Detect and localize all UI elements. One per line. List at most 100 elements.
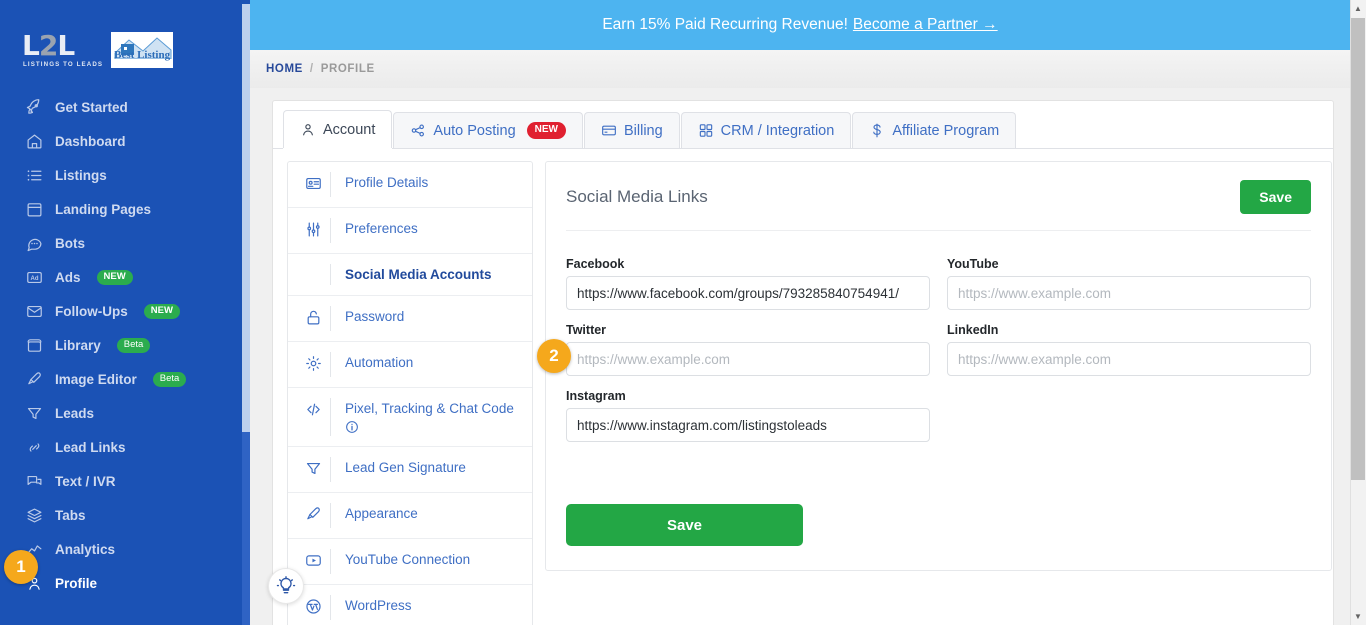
account-menu-icon [300, 266, 326, 267]
social-media-links-panel: Social Media Links Save Facebook YouTube T… [545, 161, 1332, 571]
account-menu-preferences[interactable]: Preferences [288, 208, 532, 254]
divider [330, 549, 331, 574]
save-button-top[interactable]: Save [1240, 180, 1311, 214]
divider [330, 264, 331, 285]
linkedin-url-input[interactable] [947, 342, 1311, 376]
sidebar-item-tabs[interactable]: Tabs [0, 498, 250, 532]
account-menu-icon [300, 174, 326, 195]
page-scrollbar-track[interactable]: ▲ ▼ [1350, 0, 1366, 625]
sidebar: L2L LISTINGS TO LEADS Best Listing Get S… [0, 0, 250, 625]
divider [330, 457, 331, 482]
brush-icon [26, 371, 43, 388]
sidebar-item-get-started[interactable]: Get Started [0, 90, 250, 124]
facebook-url-input[interactable] [566, 276, 930, 310]
twitter-url-input[interactable] [566, 342, 930, 376]
sidebar-item-badge: Beta [152, 371, 187, 387]
account-menu-label: Automation [345, 355, 414, 370]
sidebar-item-analytics[interactable]: Analytics [0, 532, 250, 566]
youtube-url-input-label: YouTube [947, 257, 999, 271]
sidebar-item-label: Follow-Ups [55, 303, 128, 319]
card-body: Profile Details Preferences Social Media A… [273, 143, 1333, 625]
account-menu-label: YouTube Connection [345, 552, 471, 567]
save-button-bottom[interactable]: Save [566, 504, 803, 546]
sidebar-item-image-editor[interactable]: Image Editor Beta [0, 362, 250, 396]
breadcrumb: HOME / PROFILE [250, 50, 1350, 88]
home-icon [26, 133, 43, 150]
sidebar-item-bots[interactable]: Bots [0, 226, 250, 260]
tab-account[interactable]: Account [283, 110, 393, 148]
sidebar-item-label: Profile [55, 575, 98, 591]
scroll-up-arrow-icon[interactable]: ▲ [1350, 0, 1366, 17]
archive-icon [26, 337, 43, 354]
sidebar-item-profile[interactable]: Profile [0, 566, 250, 600]
funnel-icon [26, 405, 43, 422]
youtube-url-input-group: YouTube [947, 257, 1311, 310]
sidebar-item-landing-pages[interactable]: Landing Pages [0, 192, 250, 226]
sidebar-item-text-ivr[interactable]: Text / IVR [0, 464, 250, 498]
user-icon [300, 122, 316, 138]
account-menu-icon [300, 597, 326, 618]
brush-icon [305, 506, 322, 526]
account-menu-lead-gen-signature[interactable]: Lead Gen Signature [288, 447, 532, 493]
step-marker-2: 2 [537, 339, 571, 373]
sidebar-scrollbar-track[interactable] [242, 0, 250, 625]
account-menu-wordpress[interactable]: WordPress [288, 585, 532, 625]
sidebar-item-listings[interactable]: Listings [0, 158, 250, 192]
sidebar-item-dashboard[interactable]: Dashboard [0, 124, 250, 158]
facebook-url-input-label: Facebook [566, 257, 625, 271]
sidebar-item-badge: Beta [116, 337, 151, 353]
youtube-url-input[interactable] [947, 276, 1311, 310]
breadcrumb-home[interactable]: HOME [266, 63, 303, 75]
account-menu-pixel-tracking-chat-code[interactable]: Pixel, Tracking & Chat Code [288, 388, 532, 447]
sidebar-scrollbar-lower [242, 432, 250, 625]
tab-label: Auto Posting [433, 122, 516, 139]
sidebar-item-badge: NEW [143, 303, 180, 319]
sidebar-item-leads[interactable]: Leads [0, 396, 250, 430]
account-menu-profile-details[interactable]: Profile Details [288, 162, 532, 208]
account-menu-youtube-connection[interactable]: YouTube Connection [288, 539, 532, 585]
sms-icon [26, 473, 43, 490]
tab-crm-integration[interactable]: CRM / Integration [680, 112, 852, 148]
sidebar-item-label: Leads [55, 405, 95, 421]
tab-label: Billing [623, 122, 663, 139]
sidebar-scrollbar-thumb[interactable] [242, 4, 250, 432]
account-menu-label: Preferences [345, 221, 418, 236]
sidebar-item-follow-ups[interactable]: Follow-Ups NEW [0, 294, 250, 328]
instagram-url-input[interactable] [566, 408, 930, 442]
account-menu-automation[interactable]: Automation [288, 342, 532, 388]
account-menu-appearance[interactable]: Appearance [288, 493, 532, 539]
sidebar-item-label: Listings [55, 167, 107, 183]
tab-billing[interactable]: Billing [583, 112, 680, 148]
linkedin-url-input-group: LinkedIn [947, 323, 1311, 376]
info-icon[interactable] [345, 420, 359, 434]
lightbulb-icon[interactable] [268, 568, 304, 604]
panel-title: Social Media Links [566, 187, 708, 206]
brand-logos[interactable]: L2L LISTINGS TO LEADS Best Listing [0, 0, 250, 68]
best-listing-text: Best Listing [114, 49, 171, 61]
share-nodes-icon [410, 123, 426, 139]
tab-auto-posting[interactable]: Auto Posting NEW [393, 112, 583, 148]
sidebar-item-label: Ads [55, 269, 81, 285]
tab-badge: NEW [526, 122, 566, 139]
page-scrollbar-thumb[interactable] [1351, 18, 1365, 480]
promo-banner-text: Earn 15% Paid Recurring Revenue! [602, 16, 848, 33]
sidebar-item-badge: NEW [96, 269, 133, 285]
lock-icon [305, 309, 322, 329]
sidebar-item-ads[interactable]: Ad Ads NEW [0, 260, 250, 294]
sidebar-item-library[interactable]: Library Beta [0, 328, 250, 362]
tab-affiliate-program[interactable]: Affiliate Program [852, 112, 1017, 148]
sidebar-item-lead-links[interactable]: Lead Links [0, 430, 250, 464]
page-icon [26, 201, 43, 218]
become-a-partner-link[interactable]: Become a Partner → [853, 16, 998, 34]
sidebar-item-label: Tabs [55, 507, 86, 523]
divider [330, 352, 331, 377]
rocket-icon [26, 98, 43, 116]
account-menu-label: Password [345, 309, 405, 324]
id-card-icon [305, 175, 322, 195]
account-menu-social-media-accounts[interactable]: Social Media Accounts [288, 254, 532, 296]
account-menu-password[interactable]: Password [288, 296, 532, 342]
link-icon [26, 439, 43, 456]
tab-label: CRM / Integration [720, 122, 835, 139]
promo-banner: Earn 15% Paid Recurring Revenue! Become … [250, 0, 1350, 50]
scroll-down-arrow-icon[interactable]: ▼ [1350, 608, 1366, 625]
